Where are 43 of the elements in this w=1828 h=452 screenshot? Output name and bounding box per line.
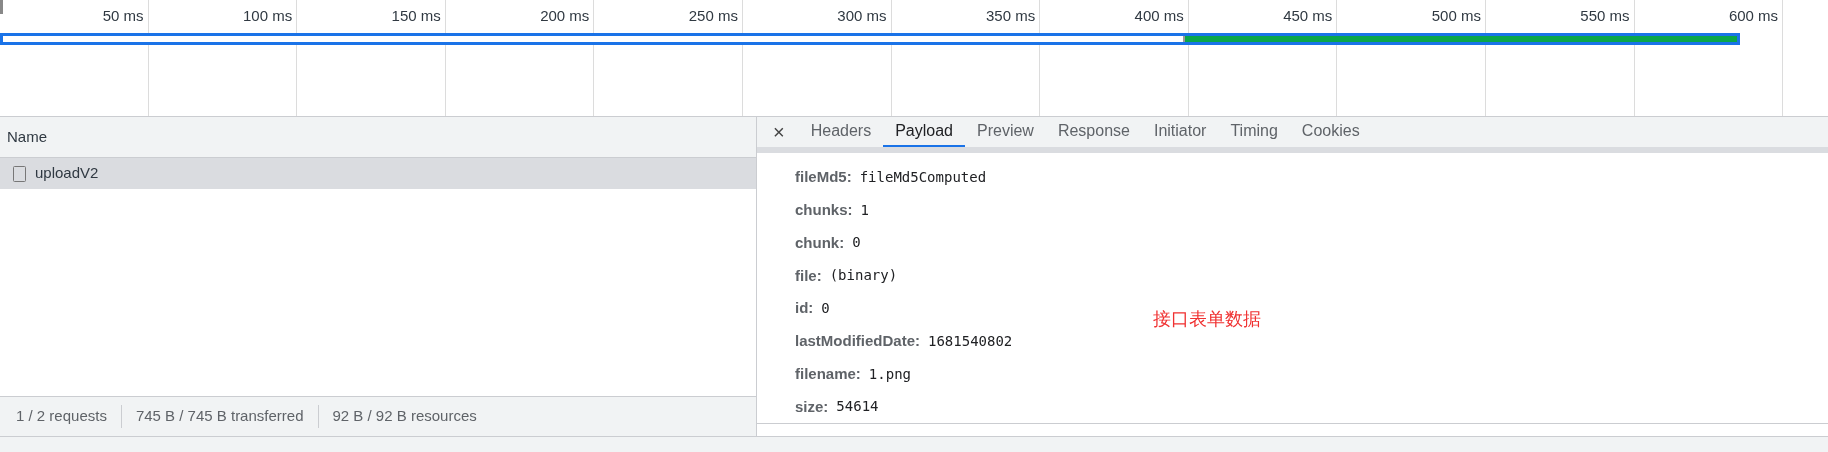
detail-tab[interactable]: Response [1045,117,1142,147]
time-tick-label: 200 ms [540,6,591,26]
column-header[interactable]: Name [7,125,47,149]
time-tick-label: 400 ms [1134,6,1185,26]
time-tick-label: 500 ms [1431,6,1482,26]
payload-value: 54614 [836,397,879,417]
time-tick-label: 600 ms [1728,6,1780,26]
request-row[interactable]: uploadV2 [0,158,756,189]
payload-key: filename: [795,362,861,386]
detail-tab[interactable]: Initiator [1141,117,1219,147]
payload-value: (binary) [829,266,898,286]
payload-value: 1681540802 [928,331,1013,351]
payload-value: 1.png [868,364,911,384]
time-tick-label: 250 ms [688,6,739,26]
payload-key: file: [795,264,822,288]
time-tick-label: 100 ms [243,6,294,26]
payload-value: 1 [860,200,869,220]
time-tick-label: 350 ms [985,6,1037,26]
detail-tab[interactable]: Preview [965,117,1046,147]
payload-value: 0 [852,233,861,253]
detail-tab[interactable]: Payload [883,117,965,147]
detail-tab[interactable]: Cookies [1289,117,1372,147]
payload-value: 0 [821,299,830,319]
document-icon [13,165,26,182]
annotation-text: 接口表单数据 [1153,308,1261,331]
payload-key: id: [795,297,814,320]
payload-value: fileMd5Computed [859,167,987,187]
payload-key: lastModifiedDate: [795,330,920,353]
status-text: 1 / 2 requests [16,406,108,427]
status-text: 92 B / 92 B resources [317,405,491,428]
time-tick-label: 550 ms [1580,6,1631,26]
payload-key: chunks: [795,198,853,222]
detail-tab[interactable]: Headers [798,117,884,147]
payload-key: fileMd5: [795,166,852,189]
close-button[interactable]: × [769,117,789,147]
time-tick-label: 300 ms [837,6,888,26]
time-tick-label: 450 ms [1283,6,1334,26]
status-text: 745 B / 745 B transferred [120,405,318,428]
time-tick-label: 50 ms [102,6,145,26]
time-tick-label: 150 ms [391,6,442,26]
detail-tab[interactable]: Timing [1218,117,1290,147]
payload-key: size: [795,395,829,419]
payload-key: chunk: [795,231,845,255]
